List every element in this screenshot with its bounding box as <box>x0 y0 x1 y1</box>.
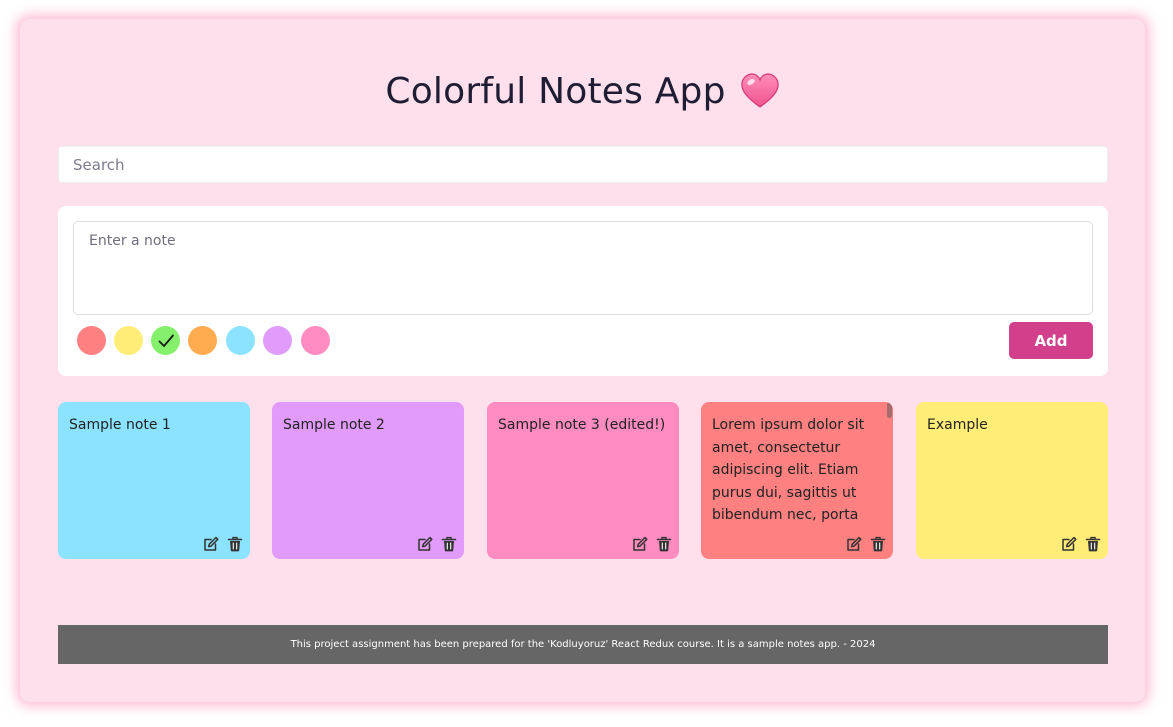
trash-icon[interactable] <box>656 536 672 552</box>
note-text: Sample note 2 <box>283 417 385 433</box>
note-text: Lorem ipsum dolor sit amet, consectetur … <box>712 417 869 523</box>
note-card: Sample note 1 <box>58 402 250 559</box>
color-swatch-green[interactable] <box>151 326 180 355</box>
trash-icon[interactable] <box>441 536 457 552</box>
footer-text: This project assignment has been prepare… <box>290 639 876 650</box>
note-card: Example <box>916 402 1108 559</box>
color-swatch-purple[interactable] <box>263 326 292 355</box>
note-card: Sample note 3 (edited!) <box>487 402 679 559</box>
trash-icon[interactable] <box>227 536 243 552</box>
edit-icon[interactable] <box>846 536 862 552</box>
note-card: Lorem ipsum dolor sit amet, consectetur … <box>701 402 893 559</box>
note-text: Example <box>927 417 988 433</box>
edit-icon[interactable] <box>203 536 219 552</box>
notes-grid: Sample note 1 Sample note 2 Sample note … <box>58 402 1108 560</box>
color-swatch-orange[interactable] <box>188 326 217 355</box>
edit-icon[interactable] <box>1061 536 1077 552</box>
page-title-text: Colorful Notes App <box>385 71 726 112</box>
edit-icon[interactable] <box>417 536 433 552</box>
color-swatch-red[interactable] <box>77 326 106 355</box>
check-icon <box>158 334 174 347</box>
trash-icon[interactable] <box>1085 536 1101 552</box>
page-title: Colorful Notes App <box>20 71 1145 118</box>
note-composer: Add <box>58 206 1108 376</box>
search-input[interactable] <box>58 146 1108 183</box>
note-card: Sample note 2 <box>272 402 464 559</box>
note-input[interactable] <box>73 221 1093 315</box>
edit-icon[interactable] <box>632 536 648 552</box>
app-card: Colorful Notes App Search Enter a note A… <box>20 19 1145 702</box>
color-swatch-blue[interactable] <box>226 326 255 355</box>
note-scrollbar[interactable] <box>887 402 892 418</box>
color-swatch-yellow[interactable] <box>114 326 143 355</box>
note-text: Sample note 3 (edited!) <box>498 417 666 433</box>
color-swatch-pink[interactable] <box>301 326 330 355</box>
footer: This project assignment has been prepare… <box>58 625 1108 664</box>
heart-icon <box>740 73 780 118</box>
add-button[interactable]: Add <box>1009 322 1093 359</box>
trash-icon[interactable] <box>870 536 886 552</box>
note-text: Sample note 1 <box>69 417 171 433</box>
